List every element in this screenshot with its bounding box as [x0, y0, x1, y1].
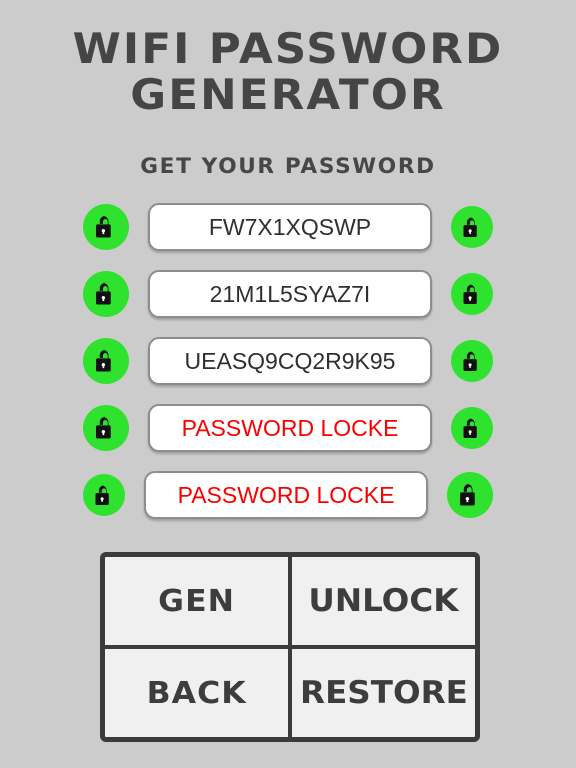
restore-button-label: RESTORE: [299, 675, 468, 711]
password-field[interactable]: FW7X1XQSWP: [148, 203, 432, 251]
password-row: PASSWORD LOCKE: [83, 401, 493, 455]
unlocked-padlock-icon-left[interactable]: [83, 338, 129, 384]
back-button[interactable]: BACK: [105, 649, 288, 737]
app-header: WIFI PASSWORD GENERATOR GET YOUR PASSWOR…: [0, 0, 576, 179]
password-value: FW7X1XQSWP: [208, 213, 372, 240]
page-title-line-2: GENERATOR: [130, 70, 446, 119]
gen-button[interactable]: GEN: [105, 557, 288, 645]
password-field[interactable]: PASSWORD LOCKE: [148, 404, 432, 452]
password-field[interactable]: PASSWORD LOCKE: [144, 471, 428, 519]
password-row: UEASQ9CQ2R9K95: [83, 334, 493, 388]
password-value: PASSWORD LOCKE: [181, 414, 399, 441]
unlocked-padlock-icon-right[interactable]: [447, 472, 493, 518]
password-row: FW7X1XQSWP: [83, 200, 493, 254]
password-field[interactable]: UEASQ9CQ2R9K95: [148, 337, 432, 385]
back-button-label: BACK: [146, 675, 247, 711]
password-row: 21M1L5SYAZ7I: [83, 267, 493, 321]
section-title: GET YOUR PASSWORD: [140, 154, 436, 178]
unlocked-padlock-icon-left[interactable]: [83, 271, 129, 317]
unlocked-padlock-icon-right[interactable]: [451, 340, 493, 382]
page-title: WIFI PASSWORD GENERATOR: [0, 26, 576, 118]
unlocked-padlock-icon-right[interactable]: [451, 407, 493, 449]
password-row: PASSWORD LOCKE: [83, 468, 493, 522]
password-field[interactable]: 21M1L5SYAZ7I: [148, 270, 432, 318]
unlocked-padlock-icon-right[interactable]: [451, 206, 493, 248]
unlocked-padlock-icon-left[interactable]: [83, 405, 129, 451]
password-row-list: FW7X1XQSWP 21M1L5SYAZ7I UEASQ9CQ2R9K95 P…: [0, 200, 576, 522]
password-value: UEASQ9CQ2R9K95: [184, 347, 396, 374]
restore-button[interactable]: RESTORE: [292, 649, 475, 737]
unlocked-padlock-icon-left[interactable]: [83, 204, 129, 250]
page-title-line-1: WIFI PASSWORD: [72, 24, 504, 73]
password-value: 21M1L5SYAZ7I: [209, 280, 371, 307]
unlocked-padlock-icon-right[interactable]: [451, 273, 493, 315]
unlocked-padlock-icon-left[interactable]: [83, 474, 125, 516]
gen-button-label: GEN: [158, 583, 235, 619]
action-button-grid: GEN UNLOCK BACK RESTORE: [100, 552, 480, 742]
unlock-button-label: UNLOCK: [308, 583, 459, 619]
password-value: PASSWORD LOCKE: [177, 481, 395, 508]
unlock-button[interactable]: UNLOCK: [292, 557, 475, 645]
